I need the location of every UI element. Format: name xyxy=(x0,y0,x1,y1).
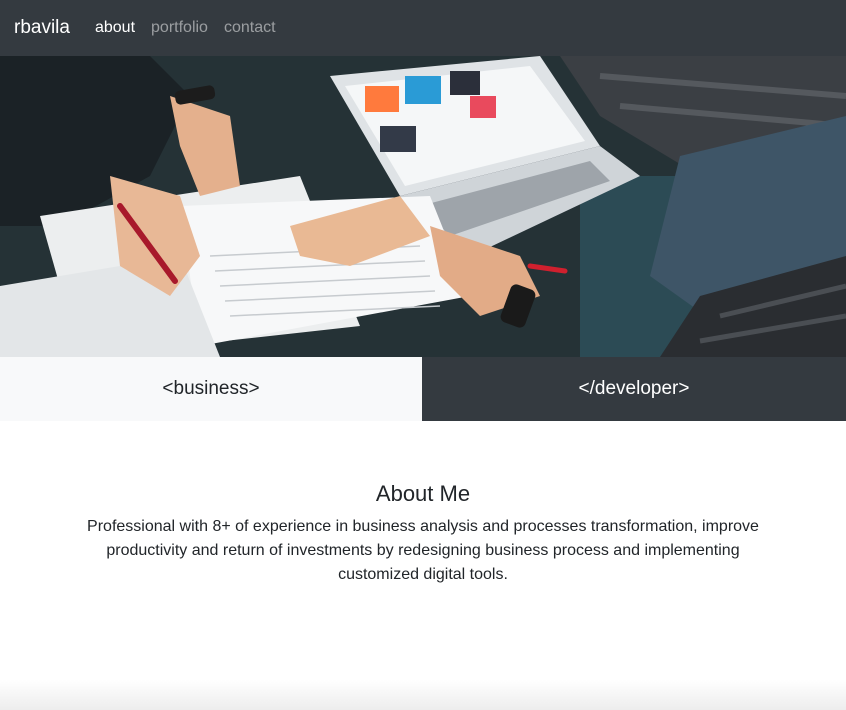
nav-link-contact[interactable]: contact xyxy=(224,19,276,37)
about-text: Professional with 8+ of experience in bu… xyxy=(87,518,759,583)
top-navbar: rbavila about portfolio contact xyxy=(0,0,846,56)
brand-link[interactable]: rbavila xyxy=(14,17,70,39)
developer-tag: </developer> xyxy=(422,357,846,421)
bottom-shadow xyxy=(0,680,846,710)
hero-image xyxy=(0,56,846,357)
business-tag: <business> xyxy=(0,357,422,421)
nav-link-about[interactable]: about xyxy=(95,19,135,37)
nav-link-portfolio[interactable]: portfolio xyxy=(151,19,208,37)
about-title: About Me xyxy=(375,481,471,506)
about-section: About Me Professional with 8+ of experie… xyxy=(0,421,846,587)
tagline-split: <business> </developer> xyxy=(0,357,846,421)
